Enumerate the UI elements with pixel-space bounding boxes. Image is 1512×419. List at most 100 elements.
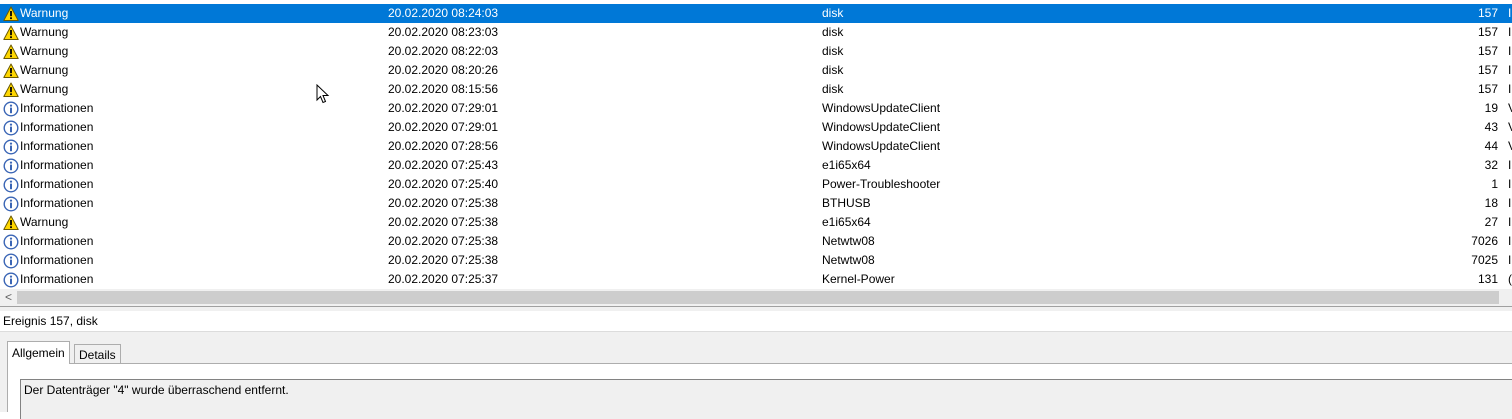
event-id: 157: [1477, 82, 1498, 96]
event-source: WindowsUpdateClient: [822, 120, 941, 134]
event-task-category: I: [1508, 6, 1512, 20]
event-id: 131: [1477, 272, 1498, 286]
event-detail-title: Ereignis 157, disk: [0, 311, 1512, 332]
event-level: Warnung: [20, 215, 69, 229]
event-source: WindowsUpdateClient: [822, 139, 941, 153]
event-id: 157: [1477, 25, 1498, 39]
event-id: 32: [1484, 158, 1498, 172]
event-id: 19: [1484, 101, 1498, 115]
event-level: Informationen: [20, 253, 94, 267]
event-date: 20.02.2020 07:28:56: [388, 139, 499, 153]
event-task-category: I: [1508, 25, 1512, 39]
info-icon: [3, 232, 19, 251]
event-row[interactable]: Warnung 20.02.2020 08:20:26 disk 157 I: [0, 61, 1512, 80]
horizontal-scrollbar[interactable]: <: [0, 289, 1512, 306]
event-date: 20.02.2020 08:15:56: [388, 82, 499, 96]
event-task-category: I: [1508, 82, 1512, 96]
event-source: Kernel-Power: [822, 272, 895, 286]
event-level: Warnung: [20, 6, 69, 20]
event-source: disk: [822, 63, 844, 77]
event-date: 20.02.2020 07:25:38: [388, 215, 499, 229]
event-task-category: (: [1508, 272, 1512, 286]
info-icon: [3, 175, 19, 194]
info-icon: [3, 251, 19, 270]
event-task-category: I: [1508, 253, 1512, 267]
event-source: Power-Troubleshooter: [822, 177, 941, 191]
event-level: Warnung: [20, 44, 69, 58]
event-date: 20.02.2020 07:25:38: [388, 234, 499, 248]
event-row[interactable]: Informationen 20.02.2020 07:29:01 WindowsU…: [0, 118, 1512, 137]
event-row[interactable]: Warnung 20.02.2020 08:15:56 disk 157 I: [0, 80, 1512, 99]
info-icon: [3, 194, 19, 213]
event-date: 20.02.2020 07:25:38: [388, 196, 499, 210]
event-level: Informationen: [20, 196, 94, 210]
warning-icon: [3, 80, 19, 99]
event-date: 20.02.2020 08:20:26: [388, 63, 499, 77]
event-task-category: I: [1508, 196, 1512, 210]
event-date: 20.02.2020 07:25:38: [388, 253, 499, 267]
event-row[interactable]: Informationen 20.02.2020 07:25:38 Netwtw08…: [0, 251, 1512, 270]
event-source: disk: [822, 25, 844, 39]
event-level: Informationen: [20, 139, 94, 153]
tab-panel-general: Der Datenträger "4" wurde überraschend e…: [7, 363, 1512, 419]
event-level: Informationen: [20, 101, 94, 115]
event-row[interactable]: Warnung 20.02.2020 08:22:03 disk 157 I: [0, 42, 1512, 61]
event-row[interactable]: Informationen 20.02.2020 07:25:40 Power-Tr…: [0, 175, 1512, 194]
event-id: 27: [1484, 215, 1498, 229]
event-source: e1i65x64: [822, 158, 871, 172]
warning-icon: [3, 42, 19, 61]
event-id: 157: [1477, 6, 1498, 20]
event-date: 20.02.2020 07:29:01: [388, 120, 499, 134]
event-id: 7025: [1471, 253, 1498, 267]
event-row[interactable]: Warnung 20.02.2020 07:25:38 e1i65x64 27 I: [0, 213, 1512, 232]
event-id: 44: [1484, 139, 1498, 153]
event-row[interactable]: Informationen 20.02.2020 07:29:01 WindowsU…: [0, 99, 1512, 118]
event-list[interactable]: Warnung 20.02.2020 08:24:03 disk 157 I Warnun…: [0, 4, 1512, 289]
event-detail-pane: Ereignis 157, disk Allgemein Details Der…: [0, 311, 1512, 419]
tab-general[interactable]: Allgemein: [7, 341, 70, 364]
event-date: 20.02.2020 08:24:03: [388, 6, 499, 20]
scrollbar-thumb[interactable]: [17, 291, 1499, 304]
event-date: 20.02.2020 08:22:03: [388, 44, 499, 58]
warning-icon: [3, 213, 19, 232]
event-row[interactable]: Warnung 20.02.2020 08:23:03 disk 157 I: [0, 23, 1512, 42]
event-id: 157: [1477, 63, 1498, 77]
info-icon: [3, 270, 19, 289]
event-task-category: I: [1508, 63, 1512, 77]
event-id: 1: [1491, 177, 1498, 191]
event-task-category: I: [1508, 177, 1512, 191]
event-source: disk: [822, 44, 844, 58]
event-id: 18: [1484, 196, 1498, 210]
event-row[interactable]: Informationen 20.02.2020 07:28:56 WindowsU…: [0, 137, 1512, 156]
event-level: Informationen: [20, 272, 94, 286]
info-icon: [3, 99, 19, 118]
warning-icon: [3, 4, 19, 23]
warning-icon: [3, 61, 19, 80]
scroll-left-arrow[interactable]: <: [0, 289, 17, 306]
event-row[interactable]: Warnung 20.02.2020 08:24:03 disk 157 I: [0, 4, 1512, 23]
event-message-box[interactable]: Der Datenträger "4" wurde überraschend e…: [20, 379, 1512, 419]
event-task-category: V: [1508, 137, 1512, 156]
event-source: disk: [822, 6, 844, 20]
tab-details[interactable]: Details: [74, 344, 121, 364]
event-row[interactable]: Informationen 20.02.2020 07:25:38 BTHUSB 18…: [0, 194, 1512, 213]
event-level: Warnung: [20, 63, 69, 77]
event-date: 20.02.2020 07:25:40: [388, 177, 499, 191]
event-source: BTHUSB: [822, 196, 871, 210]
event-source: WindowsUpdateClient: [822, 101, 941, 115]
event-row[interactable]: Informationen 20.02.2020 07:25:37 Kernel-P…: [0, 270, 1512, 289]
event-date: 20.02.2020 08:23:03: [388, 25, 499, 39]
event-level: Informationen: [20, 120, 94, 134]
info-icon: [3, 118, 19, 137]
event-row[interactable]: Informationen 20.02.2020 07:25:43 e1i65x64…: [0, 156, 1512, 175]
event-id: 157: [1477, 44, 1498, 58]
event-id: 43: [1484, 120, 1498, 134]
event-date: 20.02.2020 07:25:43: [388, 158, 499, 172]
event-task-category: V: [1508, 118, 1512, 137]
event-level: Informationen: [20, 177, 94, 191]
event-source: Netwtw08: [822, 253, 875, 267]
event-source: Netwtw08: [822, 234, 875, 248]
warning-icon: [3, 23, 19, 42]
info-icon: [3, 137, 19, 156]
event-row[interactable]: Informationen 20.02.2020 07:25:38 Netwtw08…: [0, 232, 1512, 251]
